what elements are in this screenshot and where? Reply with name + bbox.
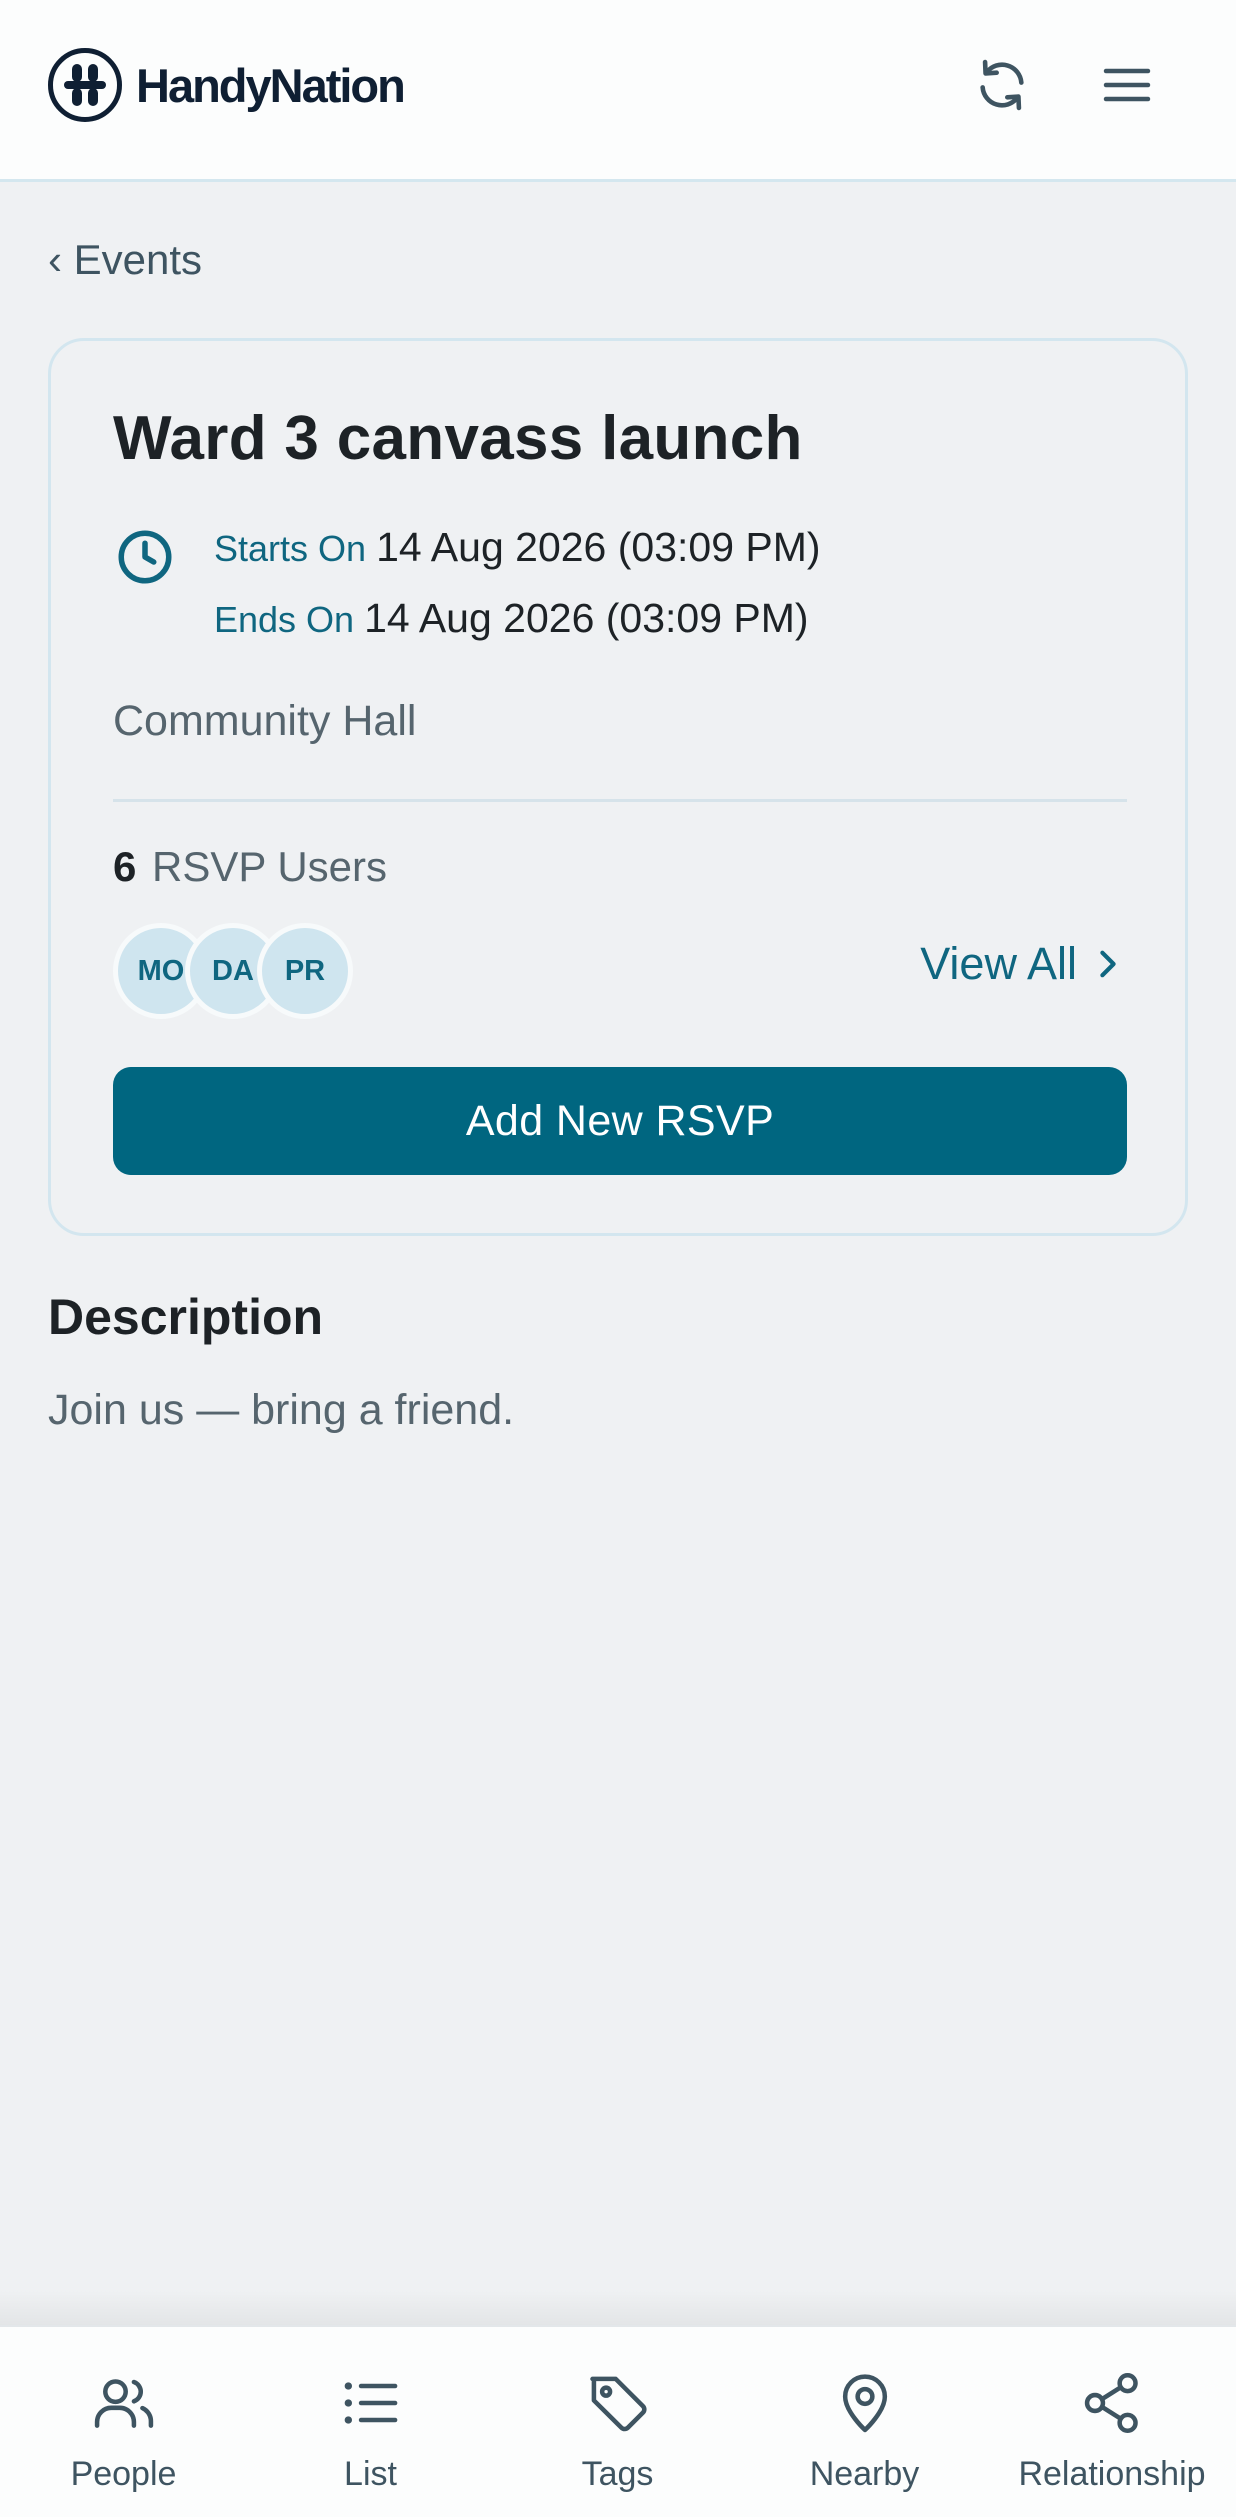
divider <box>113 799 1127 802</box>
nav-item-tags[interactable]: Tags <box>494 2327 741 2517</box>
share-nodes-icon <box>1078 2369 1146 2437</box>
rsvp-count: 6 RSVP Users <box>113 843 387 891</box>
add-new-rsvp-button[interactable]: Add New RSVP <box>113 1067 1127 1175</box>
chevron-right-icon <box>1095 938 1121 990</box>
brand-logo[interactable]: HandyNation <box>48 48 406 122</box>
handynation-logo-icon <box>48 48 122 122</box>
nav-item-relationship[interactable]: Relationship <box>988 2327 1236 2517</box>
event-location: Community Hall <box>113 697 417 745</box>
app-header: HandyNation <box>0 0 1236 182</box>
description-heading: Description <box>48 1289 324 1345</box>
event-title: Ward 3 canvass launch <box>113 404 803 473</box>
starts-on-label: Starts On <box>214 528 367 569</box>
rsvp-count-label: RSVP Users <box>152 843 387 890</box>
hamburger-menu-icon[interactable] <box>1092 50 1162 120</box>
nav-item-list[interactable]: List <box>247 2327 494 2517</box>
nav-label-tags: Tags <box>581 2455 654 2493</box>
nav-label-people: People <box>70 2455 177 2493</box>
list-icon <box>337 2369 405 2437</box>
event-start-date: Starts On 14 Aug 2026 (03:09 PM) <box>214 524 821 571</box>
event-card: Ward 3 canvass launch Starts On 14 Aug 20… <box>48 338 1188 1236</box>
people-icon <box>90 2369 158 2437</box>
brand-name: HandyNation <box>136 58 406 112</box>
description-text: Join us — bring a friend. <box>48 1386 515 1434</box>
avatar[interactable]: PR <box>257 923 353 1019</box>
view-all-label: View All <box>920 938 1077 989</box>
view-all-rsvp-link[interactable]: View All <box>920 938 1121 990</box>
nav-label-nearby: Nearby <box>809 2455 920 2493</box>
tag-icon <box>584 2369 652 2437</box>
ends-on-value: 14 Aug 2026 (03:09 PM) <box>364 595 809 641</box>
nav-item-nearby[interactable]: Nearby <box>741 2327 988 2517</box>
nav-label-list: List <box>344 2455 397 2493</box>
bottom-nav-shadow <box>0 2290 1236 2326</box>
ends-on-label: Ends On <box>214 599 355 640</box>
bottom-navigation: People List Tags Nearby Relationship <box>0 2325 1236 2517</box>
refresh-icon[interactable] <box>967 50 1037 120</box>
starts-on-value: 14 Aug 2026 (03:09 PM) <box>376 524 821 570</box>
location-pin-icon <box>831 2369 899 2437</box>
event-end-date: Ends On 14 Aug 2026 (03:09 PM) <box>214 595 809 642</box>
back-to-events-link[interactable]: ‹ Events <box>48 236 202 284</box>
nav-label-relationship: Relationship <box>1018 2455 1206 2493</box>
nav-item-people[interactable]: People <box>0 2327 247 2517</box>
clock-icon <box>115 527 175 592</box>
rsvp-count-number: 6 <box>113 843 137 890</box>
